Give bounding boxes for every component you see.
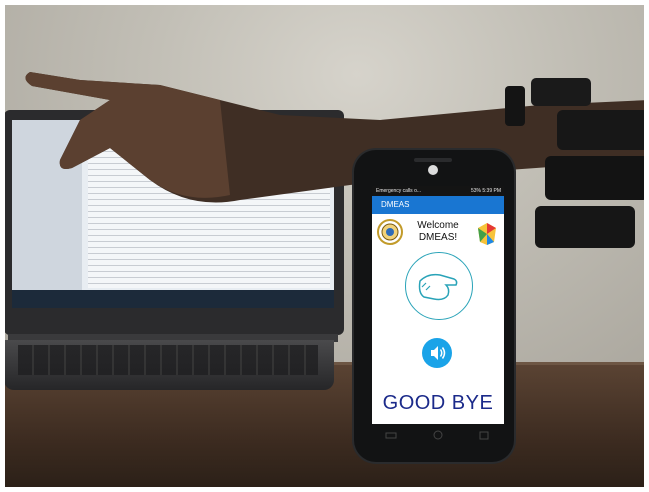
speaker-icon bbox=[431, 346, 446, 360]
app-logo bbox=[476, 222, 498, 246]
status-left-text: Emergency calls o... bbox=[376, 188, 422, 194]
armband-device bbox=[505, 78, 649, 248]
university-seal-logo bbox=[377, 219, 403, 245]
photo-scene: Emergency calls o... 53% 5:39 PM DMEAS W… bbox=[0, 0, 649, 492]
welcome-text: Welcome DMEAS! bbox=[402, 220, 474, 244]
phone-status-bar: Emergency calls o... 53% 5:39 PM bbox=[372, 186, 504, 196]
laptop-taskbar bbox=[12, 290, 334, 308]
carrier-logo-icon bbox=[428, 165, 438, 175]
app-title: DMEAS bbox=[381, 200, 410, 209]
nav-back-icon bbox=[385, 432, 397, 439]
hand-gesture-icon bbox=[418, 273, 458, 301]
welcome-line-1: Welcome bbox=[417, 220, 459, 231]
welcome-line-2: DMEAS! bbox=[418, 232, 458, 243]
status-right-text: 53% 5:39 PM bbox=[470, 188, 501, 194]
app-bar: DMEAS bbox=[372, 196, 504, 214]
laptop-keyboard bbox=[18, 345, 318, 375]
phone-screen: Emergency calls o... 53% 5:39 PM DMEAS W… bbox=[372, 186, 504, 424]
phone-nav-buttons bbox=[385, 430, 489, 440]
colorful-logo-icon bbox=[478, 223, 496, 245]
gesture-display bbox=[405, 252, 473, 320]
phone-speaker-grille bbox=[414, 158, 452, 162]
recognized-gesture-text: GOOD BYE bbox=[382, 392, 494, 414]
nav-home-icon bbox=[433, 430, 443, 440]
nav-recent-icon bbox=[479, 431, 489, 440]
speak-button[interactable] bbox=[422, 338, 452, 368]
seal-icon bbox=[381, 223, 399, 241]
